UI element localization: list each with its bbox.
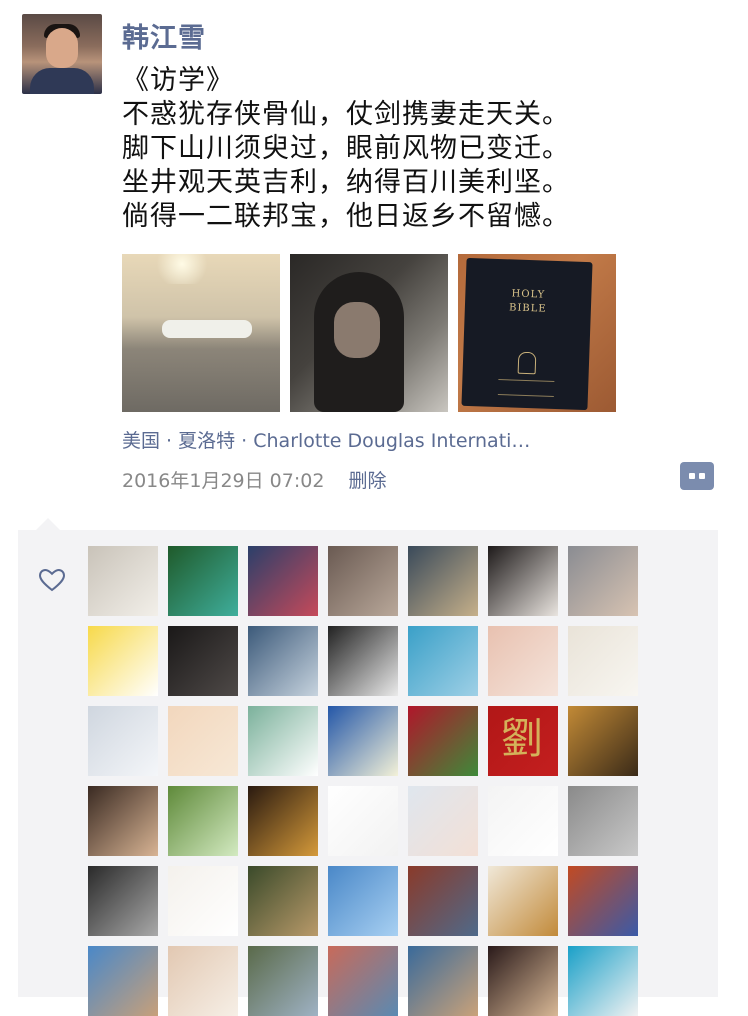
delete-button[interactable]: 删除 <box>348 470 386 492</box>
post-meta: 2016年1月29日 07:02 删除 <box>122 466 386 493</box>
liker-avatar[interactable] <box>168 626 238 696</box>
liker-avatar[interactable] <box>568 626 638 696</box>
likes-pointer <box>36 518 60 530</box>
liker-glyph: 劉 <box>501 714 544 763</box>
liker-avatar[interactable] <box>568 866 638 936</box>
avatar-face <box>46 28 78 68</box>
liker-avatar[interactable] <box>408 786 478 856</box>
liker-avatar[interactable] <box>328 546 398 616</box>
liker-avatar[interactable] <box>248 546 318 616</box>
liker-avatar[interactable]: 劉 <box>488 706 558 776</box>
liker-avatar[interactable] <box>88 866 158 936</box>
comment-menu-button[interactable] <box>680 462 714 490</box>
liker-avatar[interactable] <box>408 546 478 616</box>
post-text: 《访学》 不惑犹存侠骨仙，仗剑携妻走天关。 脚下山川须臾过，眼前风物已变迁。 坐… <box>122 64 570 234</box>
liker-avatar[interactable] <box>408 946 478 1016</box>
liker-avatar[interactable] <box>88 706 158 776</box>
bible-cover: HOLY BIBLE <box>461 257 593 411</box>
airplane-shape <box>162 320 252 338</box>
poem-line: 坐井观天英吉利，纳得百川美利坚。 <box>122 167 570 198</box>
liker-avatar[interactable] <box>168 786 238 856</box>
liker-avatar[interactable] <box>248 786 318 856</box>
liker-avatar[interactable] <box>88 946 158 1016</box>
photo-hooded-person[interactable] <box>290 254 448 412</box>
avatar-shirt <box>30 68 94 94</box>
liker-avatar[interactable] <box>88 546 158 616</box>
liker-avatar[interactable] <box>168 546 238 616</box>
timestamp: 2016年1月29日 07:02 <box>122 470 325 492</box>
dot-icon <box>699 473 705 479</box>
liker-avatar[interactable] <box>328 786 398 856</box>
liker-avatar[interactable] <box>488 546 558 616</box>
liker-avatar[interactable] <box>248 706 318 776</box>
liker-avatar[interactable] <box>248 946 318 1016</box>
liker-avatar[interactable] <box>248 626 318 696</box>
liker-avatar[interactable] <box>168 706 238 776</box>
bible-footer-band <box>497 379 555 397</box>
heart-icon <box>38 568 66 592</box>
liker-avatar[interactable] <box>328 626 398 696</box>
poem-title: 《访学》 <box>122 65 234 96</box>
liker-avatar[interactable] <box>408 866 478 936</box>
face-shape <box>334 302 380 358</box>
likes-panel: 劉 <box>18 530 718 1016</box>
liker-avatar[interactable] <box>328 706 398 776</box>
liker-avatar[interactable] <box>168 946 238 1016</box>
author-name[interactable]: 韩江雪 <box>122 16 206 55</box>
liker-avatar[interactable] <box>568 706 638 776</box>
liker-avatar[interactable] <box>568 546 638 616</box>
poem-line: 倘得一二联邦宝，他日返乡不留憾。 <box>122 201 570 232</box>
location-link[interactable]: 美国 · 夏洛特 · Charlotte Douglas Internati… <box>122 426 530 453</box>
liker-avatar[interactable] <box>488 786 558 856</box>
liker-avatar[interactable] <box>488 946 558 1016</box>
liker-avatar[interactable] <box>328 946 398 1016</box>
sun-glare <box>152 254 212 284</box>
liker-avatar[interactable] <box>408 706 478 776</box>
poem-line: 脚下山川须臾过，眼前风物已变迁。 <box>122 133 570 164</box>
liker-avatar[interactable] <box>568 946 638 1016</box>
liker-avatar[interactable] <box>168 866 238 936</box>
liker-avatar[interactable] <box>88 626 158 696</box>
liker-avatar-grid: 劉 <box>88 546 648 1016</box>
photo-airport[interactable] <box>122 254 280 412</box>
liker-avatar[interactable] <box>568 786 638 856</box>
lamp-emblem-icon <box>517 351 537 375</box>
poem-line: 不惑犹存侠骨仙，仗剑携妻走天关。 <box>122 99 570 130</box>
author-avatar[interactable] <box>22 14 102 94</box>
liker-avatar[interactable] <box>488 866 558 936</box>
liker-avatar[interactable] <box>328 866 398 936</box>
photo-holy-bible[interactable]: HOLY BIBLE <box>458 254 616 412</box>
liker-avatar[interactable] <box>408 626 478 696</box>
liker-avatar[interactable] <box>488 626 558 696</box>
bible-title-text: HOLY BIBLE <box>508 288 547 315</box>
liker-avatar[interactable] <box>248 866 318 936</box>
dot-icon <box>689 473 695 479</box>
liker-avatar[interactable] <box>88 786 158 856</box>
